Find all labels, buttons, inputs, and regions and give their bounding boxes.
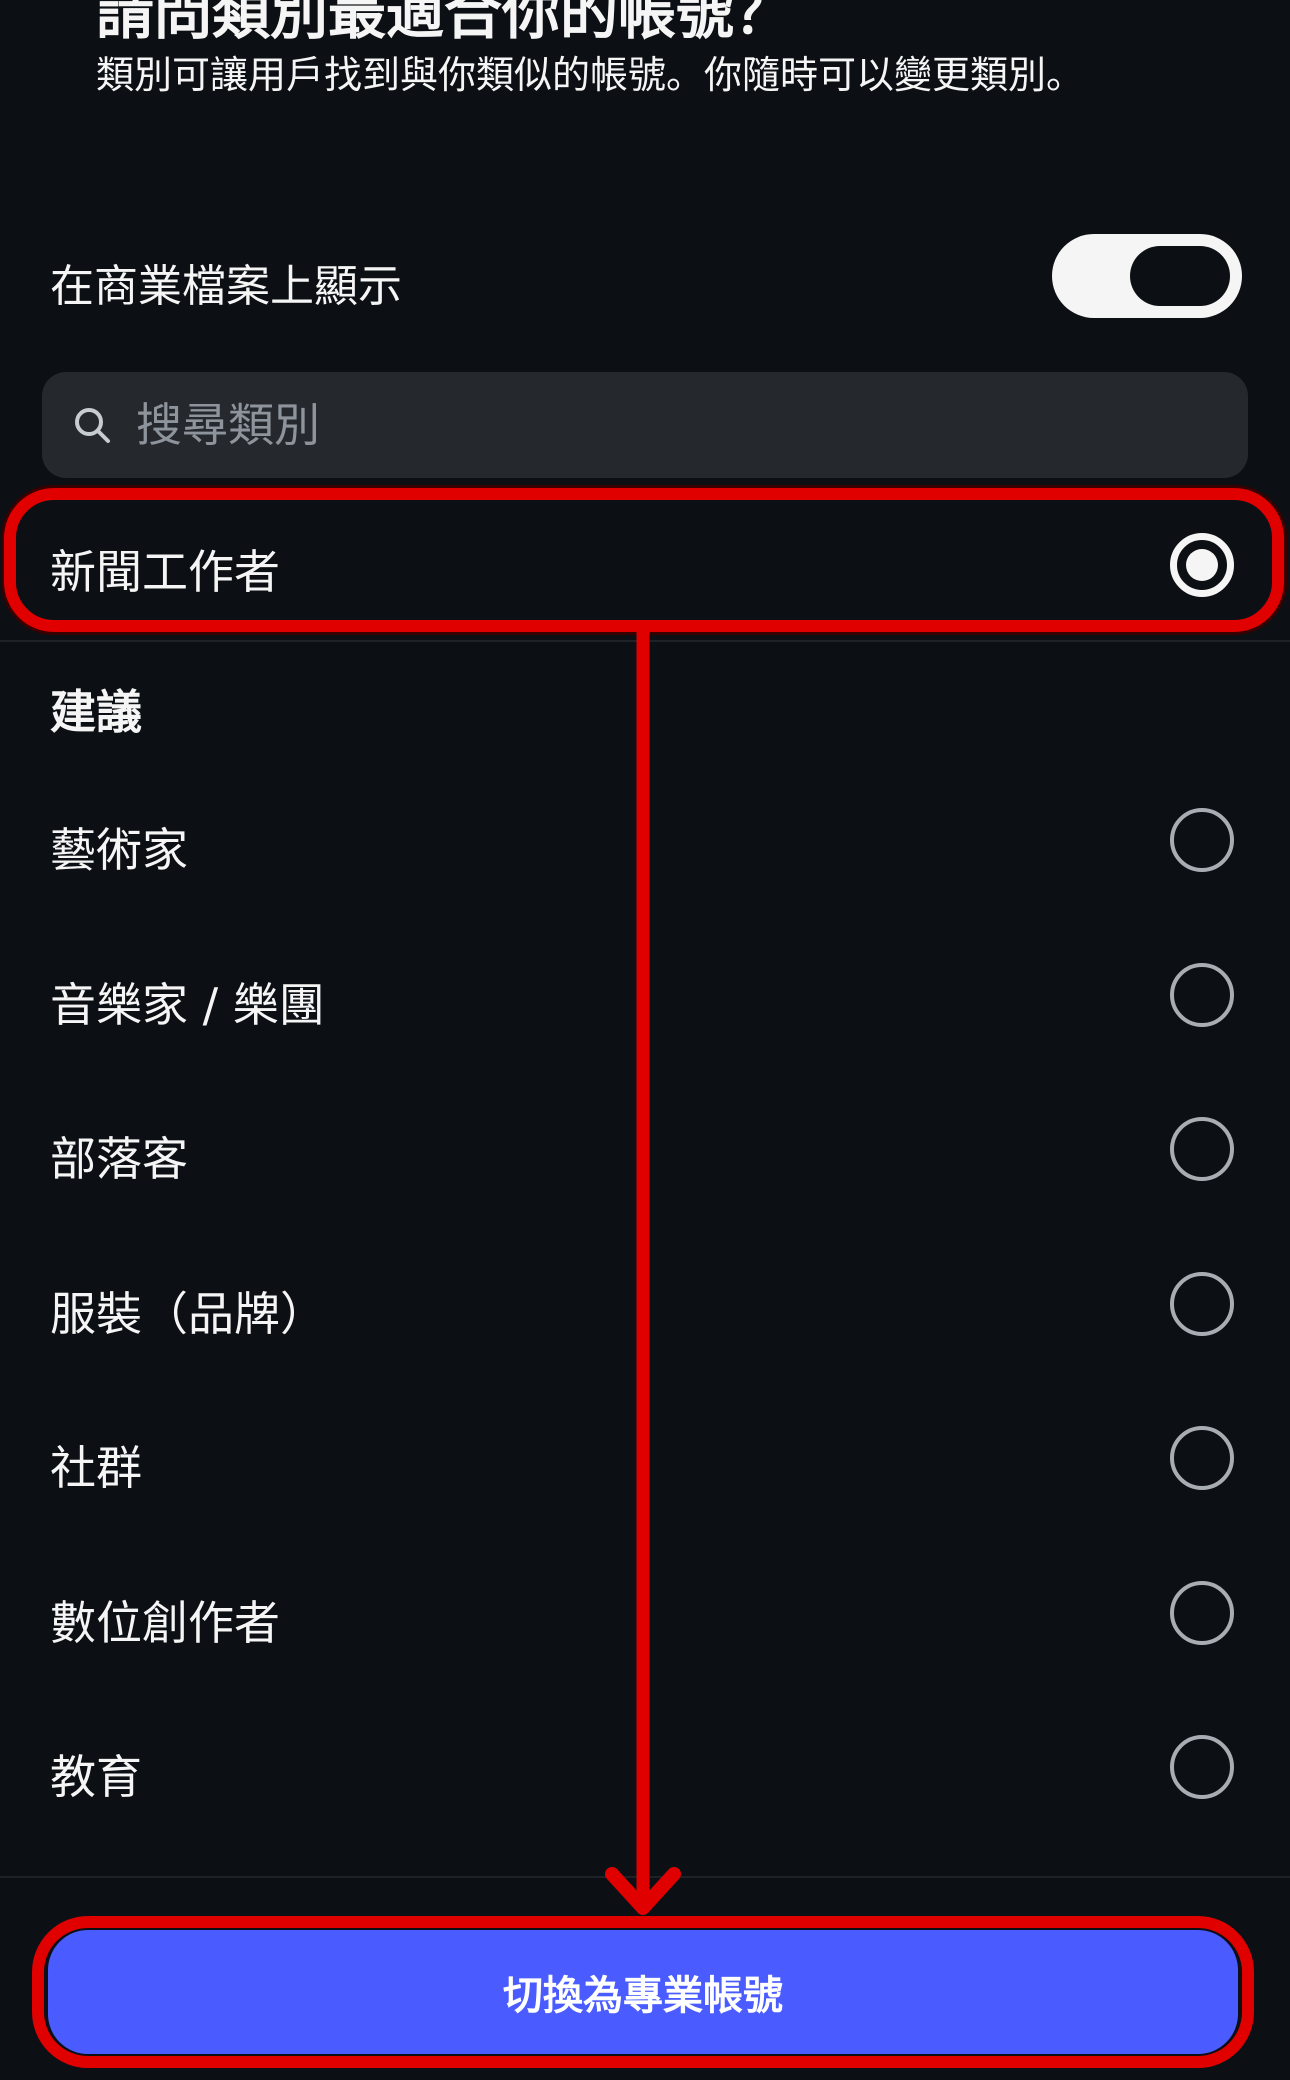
category-option[interactable]: 部落客 xyxy=(0,1079,1290,1219)
search-input[interactable] xyxy=(136,372,1216,478)
page-subtitle: 類別可讓用戶找到與你類似的帳號。你隨時可以變更類別。 xyxy=(96,53,1085,97)
category-option-radio[interactable] xyxy=(1170,1735,1234,1799)
suggestions-header: 建議 xyxy=(50,685,142,739)
search-icon xyxy=(75,408,110,443)
bottom-divider xyxy=(0,1876,1290,1878)
selected-category-radio[interactable] xyxy=(1170,533,1234,597)
category-option[interactable]: 藝術家 xyxy=(0,770,1290,910)
category-option[interactable]: 音樂家 / 樂團 xyxy=(0,925,1290,1065)
category-option[interactable]: 服裝（品牌） xyxy=(0,1234,1290,1374)
category-option-radio[interactable] xyxy=(1170,1581,1234,1645)
category-option[interactable]: 數位創作者 xyxy=(0,1543,1290,1683)
category-option-radio[interactable] xyxy=(1170,1272,1234,1336)
category-option-radio[interactable] xyxy=(1170,963,1234,1027)
switch-to-professional-button[interactable]: 切換為專業帳號 xyxy=(48,1930,1238,2054)
category-option-radio[interactable] xyxy=(1170,808,1234,872)
toggle-knob xyxy=(1130,246,1230,306)
display-on-profile-toggle[interactable] xyxy=(1052,234,1242,318)
divider xyxy=(0,640,1290,642)
page-title: 請問類別最適合你的帳號？ xyxy=(96,0,793,47)
category-option-label: 服裝（品牌） xyxy=(50,1287,326,1341)
category-option-label: 音樂家 / 樂團 xyxy=(50,978,325,1032)
category-option-label: 數位創作者 xyxy=(50,1596,280,1650)
category-option-label: 教育 xyxy=(50,1750,142,1804)
category-option-label: 社群 xyxy=(50,1441,142,1495)
display-on-profile-label: 在商業檔案上顯示 xyxy=(50,261,402,312)
search-bar xyxy=(42,372,1248,478)
selected-category-label: 新聞工作者 xyxy=(50,545,280,599)
selected-category-row[interactable]: 新聞工作者 xyxy=(0,490,1290,640)
category-option-radio[interactable] xyxy=(1170,1117,1234,1181)
category-option-label: 藝術家 xyxy=(50,823,188,877)
category-option[interactable]: 教育 xyxy=(0,1697,1290,1837)
category-option-radio[interactable] xyxy=(1170,1426,1234,1490)
category-option-label: 部落客 xyxy=(50,1132,188,1186)
category-option[interactable]: 社群 xyxy=(0,1388,1290,1528)
display-on-profile-row: 在商業檔案上顯示 xyxy=(0,230,1290,325)
